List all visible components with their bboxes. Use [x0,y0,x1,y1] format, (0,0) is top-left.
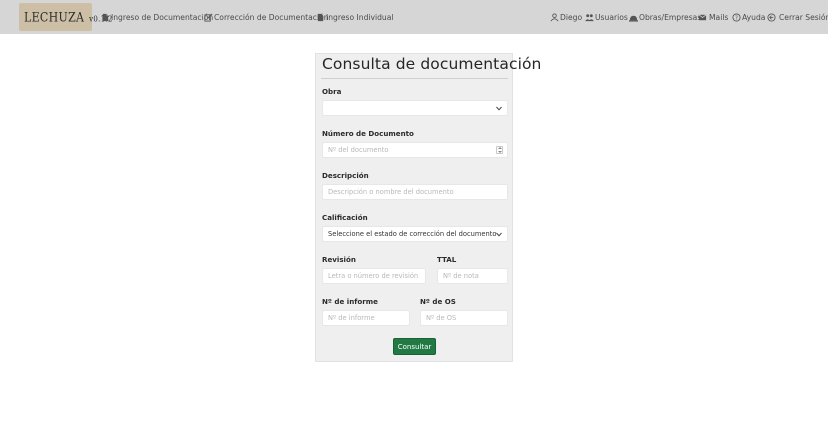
ttal-label: TTAL [437,255,457,264]
edit-icon [204,13,213,22]
nav-ingreso-individual[interactable]: Ingreso Individual [316,9,394,25]
informe-label: Nº de informe [322,297,378,306]
title-divider [321,78,508,79]
ttal-input[interactable]: Nº de nota [437,268,508,284]
nav-obras-empresas[interactable]: Obras/Empresas [629,9,701,25]
chevron-down-icon [496,232,502,237]
calificacion-select[interactable]: Seleccione el estado de corrección del d… [322,226,508,242]
informe-placeholder: Nº de informe [328,314,375,322]
nav-user-label: Diego [560,12,583,22]
nav-usuarios-label: Usuarios [595,12,628,22]
nav-usuarios[interactable]: Usuarios [585,9,628,25]
user-icon [550,12,559,21]
brand-logo[interactable]: LECHUZA v0.1.2 [19,3,112,31]
question-circle-icon: ? [732,12,741,21]
nav-correccion-documentacion[interactable]: Corrección de Documentación [204,9,329,25]
consulta-form-card: Consulta de documentación Obra Número de… [315,53,541,362]
ttal-placeholder: Nº de nota [443,272,479,280]
obra-label: Obra [322,87,342,96]
helmet-icon [629,15,638,22]
svg-text:?: ? [735,15,738,21]
nav-ingreso-documentacion[interactable]: Ingreso de Documentación [101,9,213,25]
nav-mails[interactable]: Mails [698,9,728,25]
os-label: Nº de OS [420,297,456,306]
nav-ayuda[interactable]: ? Ayuda [732,9,765,25]
logout-icon [767,12,776,22]
nav-ingreso-documentacion-label: Ingreso de Documentación [111,12,214,22]
informe-input[interactable]: Nº de informe [322,310,410,326]
nav-obras-empresas-label: Obras/Empresas [639,12,702,22]
nav-ingreso-individual-label: Ingreso Individual [326,12,394,22]
obra-select[interactable] [322,100,508,116]
top-navbar: LECHUZA v0.1.2 Ingreso de Documentación … [0,0,828,34]
revision-placeholder: Letra o número de revisión [328,272,419,280]
os-input[interactable]: Nº de OS [420,310,508,326]
nav-user[interactable]: Diego [550,9,582,25]
file-icon [317,13,324,21]
chevron-down-icon [496,106,502,111]
calificacion-select-value: Seleccione el estado de corrección del d… [328,230,497,238]
revision-input[interactable]: Letra o número de revisión [322,268,426,284]
nav-cerrar-sesion[interactable]: Cerrar Sesión [767,9,828,25]
revision-label: Revisión [322,255,356,264]
page-title: Consulta de documentación [322,55,542,73]
numero-documento-input[interactable]: Nº del documento [322,142,508,158]
nav-mails-label: Mails [709,12,729,22]
mail-icon [698,14,707,20]
brand-name: LECHUZA v0.1.2 [24,9,113,25]
nav-ayuda-label: Ayuda [742,12,766,22]
consultar-button[interactable]: Consultar [393,338,436,355]
descripcion-label: Descripción [322,171,369,180]
numero-documento-placeholder: Nº del documento [328,146,389,154]
descripcion-input[interactable]: Descripción o nombre del documento [322,184,508,200]
descripcion-placeholder: Descripción o nombre del documento [328,188,454,196]
users-icon [585,13,594,21]
nav-cerrar-sesion-label: Cerrar Sesión [779,12,828,22]
file-icon [102,13,109,21]
os-placeholder: Nº de OS [426,314,457,322]
number-spinner-icon[interactable] [496,146,503,154]
calificacion-label: Calificación [322,213,368,222]
numero-documento-label: Número de Documento [322,129,414,138]
nav-correccion-documentacion-label: Corrección de Documentación [214,12,329,22]
